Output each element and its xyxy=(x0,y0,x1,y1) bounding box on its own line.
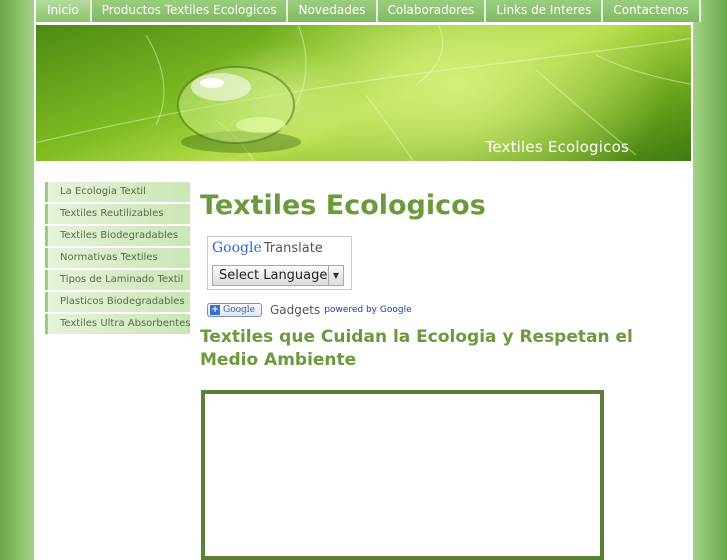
embedded-video-frame[interactable] xyxy=(201,390,604,560)
sidebar-item-ultra-absorbentes[interactable]: Textiles Ultra Absorbentes xyxy=(45,314,191,334)
top-bar: Inicio Productos Textiles Ecologicos Nov… xyxy=(0,0,727,24)
nav-item-contactenos[interactable]: Contactenos xyxy=(603,0,699,22)
nav-item-colaboradores[interactable]: Colaboradores xyxy=(377,0,487,22)
gadgets-label: Gadgets xyxy=(270,303,321,317)
add-to-google-label: Google xyxy=(223,305,255,315)
powered-by-google-link[interactable]: powered by Google xyxy=(324,305,411,315)
nav-item-inicio[interactable]: Inicio xyxy=(36,0,92,22)
header-banner: Textiles Ecologicos xyxy=(36,25,691,161)
sidebar-item-normativas-textiles[interactable]: Normativas Textiles xyxy=(45,248,190,268)
sidebar-item-tipos-laminado[interactable]: Tipos de Laminado Textil xyxy=(45,270,190,290)
google-logo: Google xyxy=(212,240,262,256)
sidebar-menu: La Ecologia Textil Textiles Reutilizable… xyxy=(45,182,191,336)
page-title: Textiles Ecologicos xyxy=(200,190,486,221)
main-nav: Inicio Productos Textiles Ecologicos Nov… xyxy=(36,0,701,22)
add-to-google-button[interactable]: + Google xyxy=(207,303,262,317)
main-content: Textiles Ecologicos Google Translate Sele… xyxy=(200,190,690,370)
sidebar-item-ecologia-textil[interactable]: La Ecologia Textil xyxy=(45,182,190,202)
select-language-dropdown[interactable]: Select Language ▼ xyxy=(212,265,344,286)
gadgets-row: + Google Gadgets powered by Google xyxy=(207,302,412,318)
sidebar-item-textiles-biodegradables[interactable]: Textiles Biodegradables xyxy=(45,226,190,246)
chevron-down-icon: ▼ xyxy=(328,266,343,285)
sidebar-item-plasticos-biodegradables[interactable]: Plasticos Biodegradables xyxy=(45,292,190,312)
plus-icon: + xyxy=(210,305,220,315)
nav-item-novedades[interactable]: Novedades xyxy=(288,0,378,22)
translate-label: Translate xyxy=(263,241,323,256)
google-translate-logo: Google Translate xyxy=(212,240,323,256)
nav-item-productos[interactable]: Productos Textiles Ecologicos xyxy=(91,0,289,22)
sidebar-item-textiles-reutilizables[interactable]: Textiles Reutilizables xyxy=(45,204,190,224)
banner-title: Textiles Ecologicos xyxy=(485,138,629,156)
google-translate-widget: Google Translate Select Language ▼ xyxy=(207,236,352,290)
select-language-value: Select Language xyxy=(219,268,328,283)
nav-item-links[interactable]: Links de Interes xyxy=(486,0,604,22)
section-subtitle: Textiles que Cuidan la Ecologia y Respet… xyxy=(200,327,633,370)
